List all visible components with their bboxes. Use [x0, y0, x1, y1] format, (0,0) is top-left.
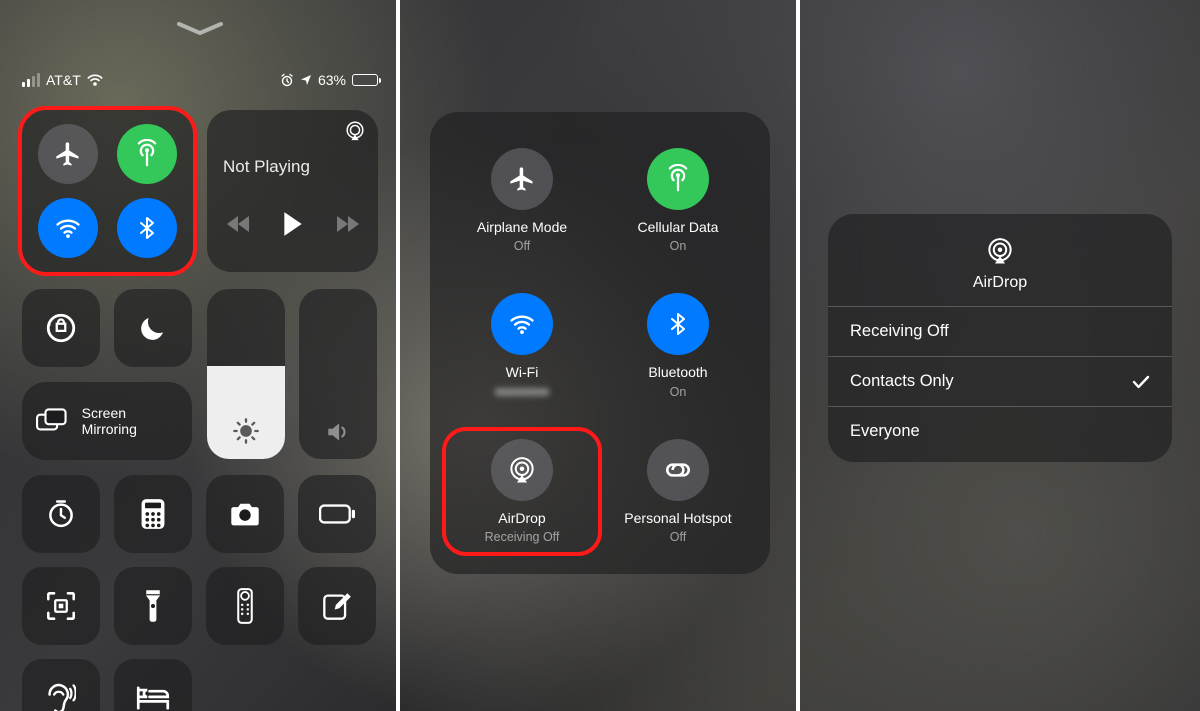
- screen-mirroring-icon: [36, 407, 68, 435]
- flashlight-icon: [144, 589, 162, 623]
- brightness-icon: [232, 417, 260, 445]
- airdrop-icon: [985, 236, 1015, 266]
- bed-icon: [136, 685, 170, 711]
- battery-empty-icon: [319, 504, 355, 524]
- airdrop-icon: [507, 455, 537, 485]
- flashlight-button[interactable]: [114, 567, 192, 645]
- camera-button[interactable]: [206, 475, 284, 553]
- battery-icon: [352, 74, 378, 86]
- airdrop-option-contacts[interactable]: Contacts Only: [828, 356, 1172, 406]
- airplane-icon: [508, 165, 536, 193]
- wifi-status-icon: [87, 74, 103, 86]
- calculator-icon: [140, 498, 166, 530]
- ear-icon: [46, 682, 76, 711]
- dismiss-chevron-icon[interactable]: [177, 22, 223, 36]
- battery-pct: 63%: [318, 72, 346, 88]
- brightness-slider[interactable]: [207, 289, 285, 459]
- antenna-icon: [132, 139, 162, 169]
- timer-button[interactable]: [22, 475, 100, 553]
- bluetooth-cell[interactable]: Bluetooth On: [604, 287, 752, 404]
- apple-tv-remote-button[interactable]: [206, 567, 284, 645]
- carrier-label: AT&T: [46, 72, 81, 88]
- sleep-button[interactable]: [114, 659, 192, 711]
- wifi-network-name: [495, 385, 549, 399]
- airdrop-cell[interactable]: AirDrop Receiving Off: [448, 433, 596, 550]
- airplane-mode-toggle[interactable]: [38, 124, 98, 184]
- screen-mirroring-button[interactable]: Screen Mirroring: [22, 382, 192, 460]
- airdrop-menu-title: AirDrop: [828, 274, 1172, 292]
- low-power-button[interactable]: [298, 475, 376, 553]
- connectivity-panel: Airplane Mode Off Cellular Data On Wi-Fi…: [430, 112, 770, 574]
- personal-hotspot-cell[interactable]: Personal Hotspot Off: [604, 433, 752, 550]
- airdrop-menu: AirDrop Receiving Off Contacts Only Ever…: [828, 214, 1172, 462]
- hotspot-icon: [663, 460, 693, 480]
- wifi-icon: [54, 214, 82, 242]
- wifi-icon: [508, 310, 536, 338]
- media-module[interactable]: Not Playing: [207, 110, 378, 272]
- wifi-cell[interactable]: Wi-Fi: [448, 287, 596, 404]
- remote-icon: [236, 588, 254, 624]
- airdrop-menu-pane: AirDrop Receiving Off Contacts Only Ever…: [800, 0, 1200, 711]
- bluetooth-icon: [666, 310, 690, 338]
- checkmark-icon: [1132, 375, 1150, 389]
- qr-icon: [46, 591, 76, 621]
- screen-mirroring-label: Screen Mirroring: [82, 405, 178, 437]
- calculator-button[interactable]: [114, 475, 192, 553]
- status-bar: AT&T 63%: [0, 72, 400, 88]
- rewind-icon[interactable]: [226, 214, 252, 234]
- orientation-lock-toggle[interactable]: [22, 289, 100, 367]
- do-not-disturb-toggle[interactable]: [114, 289, 192, 367]
- wifi-toggle[interactable]: [38, 198, 98, 258]
- connectivity-expanded-pane: Airplane Mode Off Cellular Data On Wi-Fi…: [400, 0, 800, 711]
- alarm-icon: [280, 73, 294, 87]
- camera-icon: [229, 501, 261, 527]
- airdrop-option-everyone[interactable]: Everyone: [828, 406, 1172, 456]
- moon-icon: [138, 313, 168, 343]
- bluetooth-toggle[interactable]: [117, 198, 177, 258]
- volume-slider[interactable]: [299, 289, 377, 459]
- cellular-data-toggle[interactable]: [117, 124, 177, 184]
- airdrop-option-off[interactable]: Receiving Off: [828, 306, 1172, 356]
- airplane-mode-cell[interactable]: Airplane Mode Off: [448, 142, 596, 259]
- location-icon: [300, 74, 312, 86]
- timer-icon: [46, 499, 76, 529]
- bluetooth-icon: [135, 214, 159, 242]
- hearing-button[interactable]: [22, 659, 100, 711]
- connectivity-module[interactable]: [22, 110, 193, 272]
- volume-icon: [324, 419, 352, 445]
- rotation-lock-icon: [44, 311, 78, 345]
- compose-icon: [322, 591, 352, 621]
- airplane-icon: [54, 140, 82, 168]
- control-center-pane: AT&T 63% Not P: [0, 0, 400, 711]
- antenna-icon: [663, 164, 693, 194]
- play-icon[interactable]: [282, 211, 304, 237]
- media-title: Not Playing: [223, 157, 366, 177]
- forward-icon[interactable]: [334, 214, 360, 234]
- qr-scan-button[interactable]: [22, 567, 100, 645]
- cellular-data-cell[interactable]: Cellular Data On: [604, 142, 752, 259]
- airplay-icon[interactable]: [344, 120, 366, 142]
- cell-signal-icon: [22, 73, 40, 87]
- notes-button[interactable]: [298, 567, 376, 645]
